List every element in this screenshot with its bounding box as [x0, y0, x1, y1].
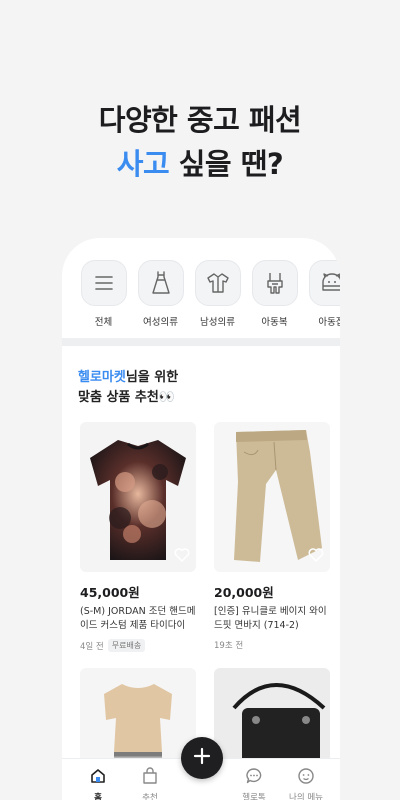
product-title: [인증] 유니클로 베이지 와이드핏 면바지 (714-2) — [214, 606, 327, 631]
category-all[interactable]: 전체 — [80, 260, 127, 328]
category-label: 남성의류 — [200, 317, 235, 328]
product-image-beige-pants[interactable] — [214, 422, 330, 572]
product-image-tie-dye-tshirt[interactable] — [80, 422, 196, 572]
headline-accent: 사고 — [116, 147, 170, 181]
product-title: (S-M) JORDAN 조던 핸드메이드 커스텀 제품 타이다이 ... — [80, 606, 196, 631]
product-price: 20,000원 — [214, 585, 274, 600]
heart-icon[interactable] — [308, 547, 324, 566]
brand-name: 헬로마켓 — [78, 370, 126, 385]
category-label: 아동잡 — [318, 317, 340, 328]
product-card-1[interactable]: 45,000원 (S-M) JORDAN 조던 핸드메이드 커스텀 제품 타이다… — [80, 422, 196, 652]
category-row: 전체 여성의류 남성의류 아동복 아동잡 — [80, 260, 340, 328]
category-kids-goods[interactable]: 아동잡 — [308, 260, 340, 328]
phone-mockup: 전체 여성의류 남성의류 아동복 아동잡 헬로마 — [62, 238, 340, 800]
menu-icon — [80, 260, 127, 306]
shirt-icon — [194, 260, 241, 306]
product-card-2[interactable]: 20,000원 [인증] 유니클로 베이지 와이드핏 면바지 (714-2) 1… — [214, 422, 330, 651]
headline-line1: 다양한 중고 패션 — [98, 103, 302, 137]
chat-icon — [245, 767, 263, 789]
tab-recommend[interactable]: 추천 — [130, 767, 170, 800]
product-time: 19초 전 — [214, 641, 244, 651]
bottom-tab-bar: 홈 추천 헬로톡 나의 메뉴 — [62, 737, 340, 800]
product-price: 45,000원 — [80, 585, 140, 600]
category-label: 여성의류 — [143, 317, 178, 328]
add-listing-button[interactable] — [181, 737, 223, 779]
tab-home[interactable]: 홈 — [78, 767, 118, 800]
tab-label: 추천 — [142, 793, 158, 800]
category-kids[interactable]: 아동복 — [251, 260, 298, 328]
category-label: 아동복 — [261, 317, 288, 328]
tab-hellotalk[interactable]: 헬로톡 — [234, 767, 274, 800]
home-icon — [89, 767, 107, 789]
heart-icon[interactable] — [174, 547, 190, 566]
baby-hat-icon — [308, 260, 340, 306]
tab-my-menu[interactable]: 나의 메뉴 — [286, 767, 326, 800]
category-mens[interactable]: 남성의류 — [194, 260, 241, 328]
recommend-line1: 님을 위한 — [125, 370, 179, 385]
product-meta: 4일 전 무료배송 — [80, 639, 196, 652]
headline-line2: 사고 싶을 땐? — [0, 142, 400, 186]
product-time: 4일 전 — [80, 641, 104, 652]
profile-icon — [297, 767, 315, 789]
tab-label: 홈 — [94, 793, 102, 800]
tab-label: 헬로톡 — [242, 793, 266, 800]
tab-label: 나의 메뉴 — [289, 793, 323, 800]
dress-icon — [137, 260, 184, 306]
overalls-icon — [251, 260, 298, 306]
category-label: 전체 — [94, 317, 113, 328]
plus-icon — [192, 746, 212, 770]
free-shipping-badge: 무료배송 — [107, 639, 146, 652]
recommend-line2: 맞춤 상품 추천👀 — [78, 390, 175, 405]
category-womens[interactable]: 여성의류 — [137, 260, 184, 328]
headline-rest: 싶을 땐? — [169, 147, 284, 181]
section-divider — [62, 338, 340, 346]
product-meta: 19초 전 — [214, 639, 330, 651]
bag-icon — [141, 767, 159, 789]
headline: 다양한 중고 패션 사고 싶을 땐? — [0, 98, 400, 186]
recommend-heading: 헬로마켓님을 위한 맞춤 상품 추천👀 — [78, 368, 178, 408]
